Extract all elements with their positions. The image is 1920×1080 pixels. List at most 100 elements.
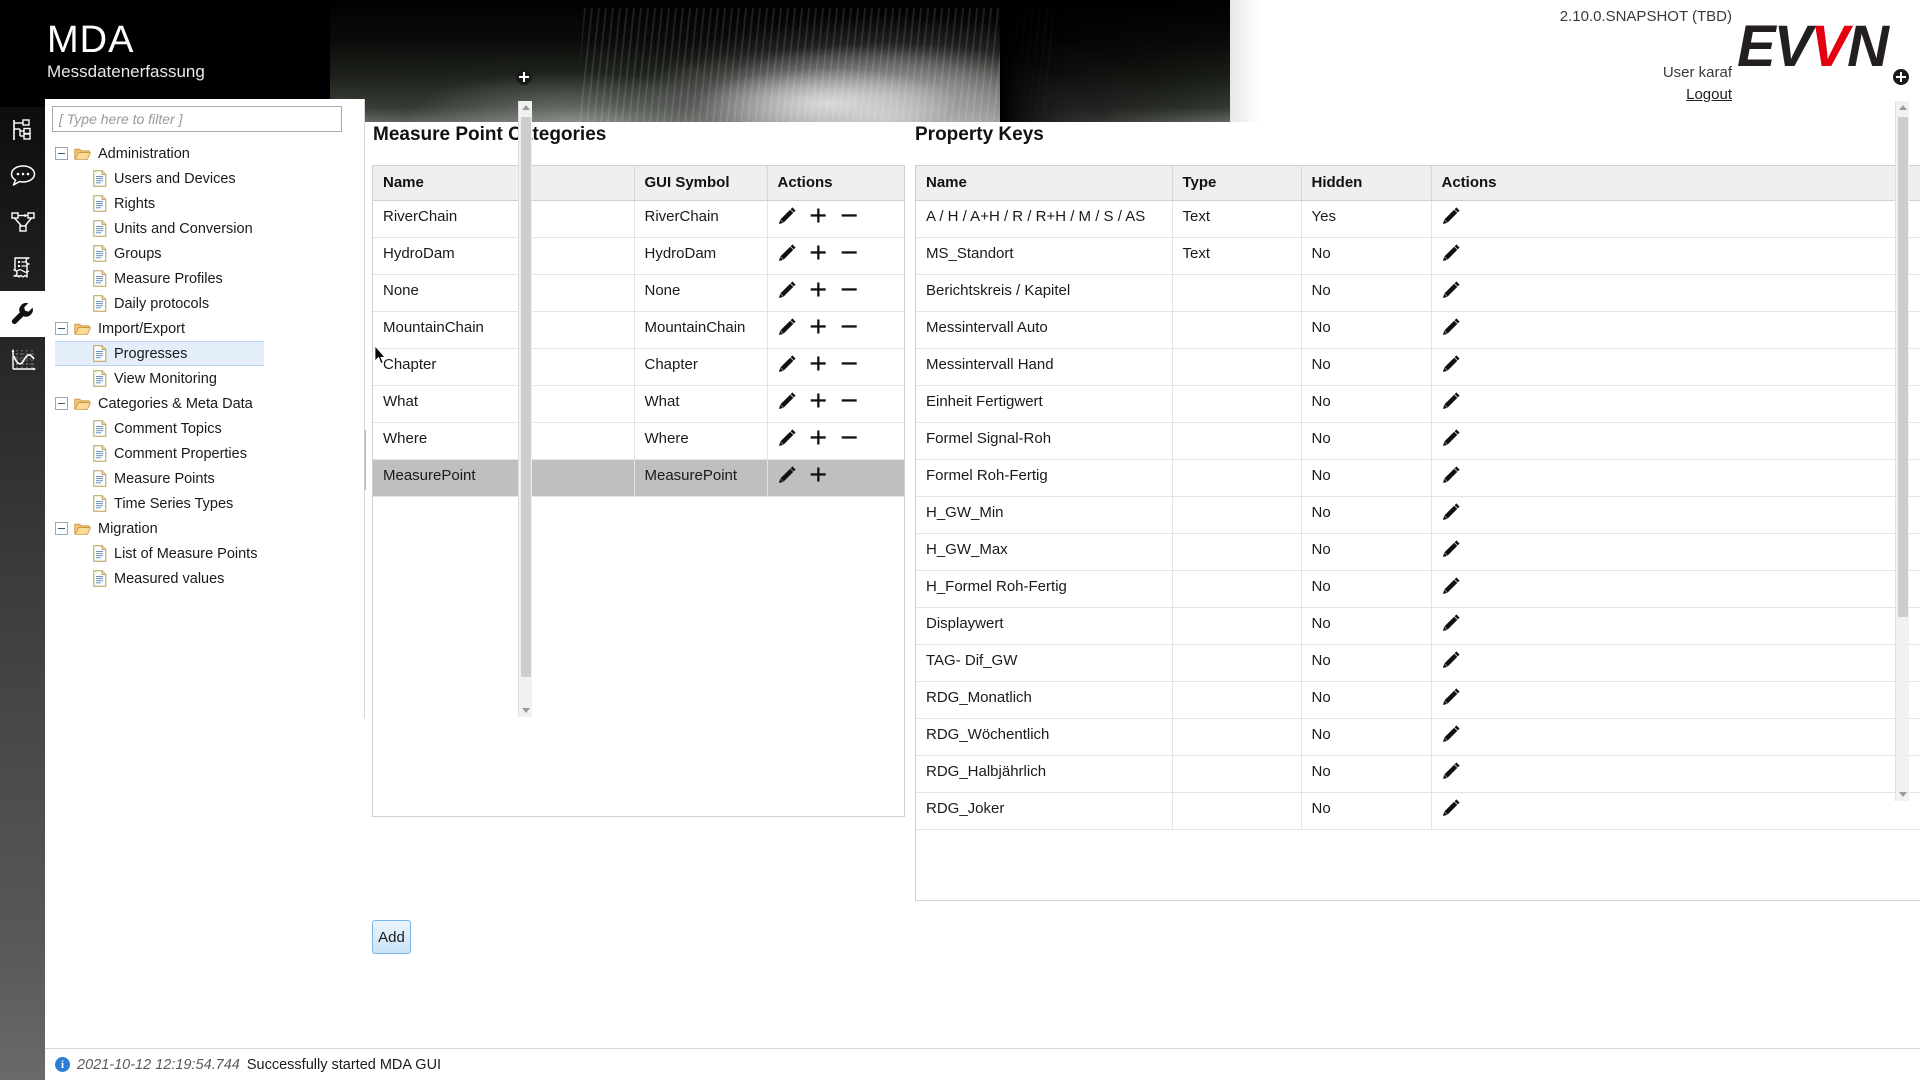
remove-minus-icon[interactable] (840, 354, 859, 373)
edit-pencil-icon[interactable] (1442, 502, 1461, 521)
table-row[interactable]: H_Formel Roh-Fertig No (916, 570, 1920, 608)
table-row[interactable]: MS_Standort Text No (916, 237, 1920, 275)
remove-minus-icon[interactable] (840, 317, 859, 336)
table-row[interactable]: Messintervall Hand No (916, 348, 1920, 386)
column-header-type[interactable]: Type (1172, 166, 1302, 201)
remove-minus-icon[interactable] (840, 428, 859, 447)
rail-item-comments[interactable] (0, 153, 45, 199)
edit-pencil-icon[interactable] (778, 354, 797, 373)
scroll-up-arrow-icon[interactable] (522, 105, 530, 110)
edit-pencil-icon[interactable] (1442, 354, 1461, 373)
edit-pencil-icon[interactable] (1442, 576, 1461, 595)
add-plus-icon[interactable] (809, 428, 828, 447)
sidebar-item-progresses[interactable]: Progresses (55, 341, 264, 366)
remove-minus-icon[interactable] (840, 391, 859, 410)
table-row[interactable]: Chapter Chapter (373, 348, 904, 386)
sidebar-item-daily-protocols[interactable]: Daily protocols (45, 291, 365, 316)
tree-collapse-toggle[interactable] (55, 522, 68, 535)
scroll-down-arrow-icon[interactable] (1899, 792, 1907, 797)
table-row[interactable]: HydroDam HydroDam (373, 237, 904, 275)
remove-minus-icon[interactable] (840, 206, 859, 225)
scrollbar-thumb[interactable] (1898, 117, 1908, 617)
sidebar-item-rights[interactable]: Rights (45, 191, 365, 216)
add-plus-icon[interactable] (809, 391, 828, 410)
scroll-down-arrow-icon[interactable] (522, 708, 530, 713)
edit-pencil-icon[interactable] (1442, 465, 1461, 484)
sidebar-item-view-monitoring[interactable]: View Monitoring (45, 366, 365, 391)
sidebar-item-comment-topics[interactable]: Comment Topics (45, 416, 365, 441)
edit-pencil-icon[interactable] (778, 280, 797, 299)
edit-pencil-icon[interactable] (778, 428, 797, 447)
table-row[interactable]: Einheit Fertigwert No (916, 385, 1920, 423)
column-header-name[interactable]: Name (373, 166, 635, 201)
edit-pencil-icon[interactable] (1442, 206, 1461, 225)
table-row[interactable]: RDG_Joker No (916, 792, 1920, 830)
rail-item-flow-diagram[interactable] (0, 199, 45, 245)
column-header-gui-symbol[interactable]: GUI Symbol (634, 166, 768, 201)
table-row[interactable]: Messintervall Auto No (916, 311, 1920, 349)
property-keys-column-config-icon[interactable] (1893, 69, 1909, 85)
table-row[interactable]: H_GW_Min No (916, 496, 1920, 534)
remove-minus-icon[interactable] (840, 243, 859, 262)
scrollbar-thumb[interactable] (521, 117, 531, 677)
column-header-actions[interactable]: Actions (767, 166, 904, 201)
edit-pencil-icon[interactable] (778, 465, 797, 484)
edit-pencil-icon[interactable] (1442, 613, 1461, 632)
table-row[interactable]: RiverChain RiverChain (373, 200, 904, 238)
table-row[interactable]: Berichtskreis / Kapitel No (916, 274, 1920, 312)
table-row[interactable]: Formel Signal-Roh No (916, 422, 1920, 460)
column-header-actions[interactable]: Actions (1431, 166, 1920, 201)
table-row[interactable]: Where Where (373, 422, 904, 460)
sidebar-item-categories-meta-data[interactable]: Categories & Meta Data (45, 391, 365, 416)
edit-pencil-icon[interactable] (1442, 761, 1461, 780)
add-plus-icon[interactable] (809, 317, 828, 336)
sidebar-item-migration[interactable]: Migration (45, 516, 365, 541)
add-button[interactable]: Add (372, 920, 411, 954)
rail-item-charts[interactable] (0, 337, 45, 383)
tree-collapse-toggle[interactable] (55, 322, 68, 335)
table-row[interactable]: MountainChain MountainChain (373, 311, 904, 349)
rail-item-settings[interactable] (0, 291, 45, 337)
edit-pencil-icon[interactable] (1442, 724, 1461, 743)
edit-pencil-icon[interactable] (778, 317, 797, 336)
add-plus-icon[interactable] (809, 354, 828, 373)
table-row[interactable]: A / H / A+H / R / R+H / M / S / AS Text Ye… (916, 200, 1920, 238)
table-row[interactable]: MeasurePoint MeasurePoint (373, 459, 904, 497)
column-header-name[interactable]: Name (916, 166, 1173, 201)
measure-point-categories-column-config-icon[interactable] (516, 69, 532, 85)
tree-filter-input[interactable] (52, 106, 342, 132)
remove-minus-icon[interactable] (840, 280, 859, 299)
edit-pencil-icon[interactable] (1442, 650, 1461, 669)
edit-pencil-icon[interactable] (1442, 317, 1461, 336)
sidebar-item-measured-values[interactable]: Measured values (45, 566, 365, 591)
rail-item-protocols[interactable] (0, 245, 45, 291)
property-keys-scrollbar[interactable] (1895, 101, 1909, 801)
edit-pencil-icon[interactable] (778, 243, 797, 262)
tree-collapse-toggle[interactable] (55, 397, 68, 410)
table-row[interactable]: Displaywert No (916, 607, 1920, 645)
edit-pencil-icon[interactable] (1442, 243, 1461, 262)
add-plus-icon[interactable] (809, 243, 828, 262)
tree-collapse-toggle[interactable] (55, 147, 68, 160)
table-row[interactable]: What What (373, 385, 904, 423)
table-row[interactable]: TAG- Dif_GW No (916, 644, 1920, 682)
sidebar-item-groups[interactable]: Groups (45, 241, 365, 266)
sidebar-item-comment-properties[interactable]: Comment Properties (45, 441, 365, 466)
sidebar-item-list-of-measure-points[interactable]: List of Measure Points (45, 541, 365, 566)
add-plus-icon[interactable] (809, 206, 828, 225)
table-row[interactable]: None None (373, 274, 904, 312)
column-header-hidden[interactable]: Hidden (1301, 166, 1432, 201)
sidebar-item-units-and-conversion[interactable]: Units and Conversion (45, 216, 365, 241)
sidebar-item-time-series-types[interactable]: Time Series Types (45, 491, 365, 516)
edit-pencil-icon[interactable] (1442, 428, 1461, 447)
table-row[interactable]: H_GW_Max No (916, 533, 1920, 571)
sidebar-item-administration[interactable]: Administration (45, 141, 365, 166)
add-plus-icon[interactable] (809, 280, 828, 299)
edit-pencil-icon[interactable] (1442, 539, 1461, 558)
edit-pencil-icon[interactable] (1442, 280, 1461, 299)
edit-pencil-icon[interactable] (1442, 391, 1461, 410)
add-plus-icon[interactable] (809, 465, 828, 484)
edit-pencil-icon[interactable] (778, 206, 797, 225)
table-row[interactable]: RDG_Monatlich No (916, 681, 1920, 719)
edit-pencil-icon[interactable] (1442, 798, 1461, 817)
